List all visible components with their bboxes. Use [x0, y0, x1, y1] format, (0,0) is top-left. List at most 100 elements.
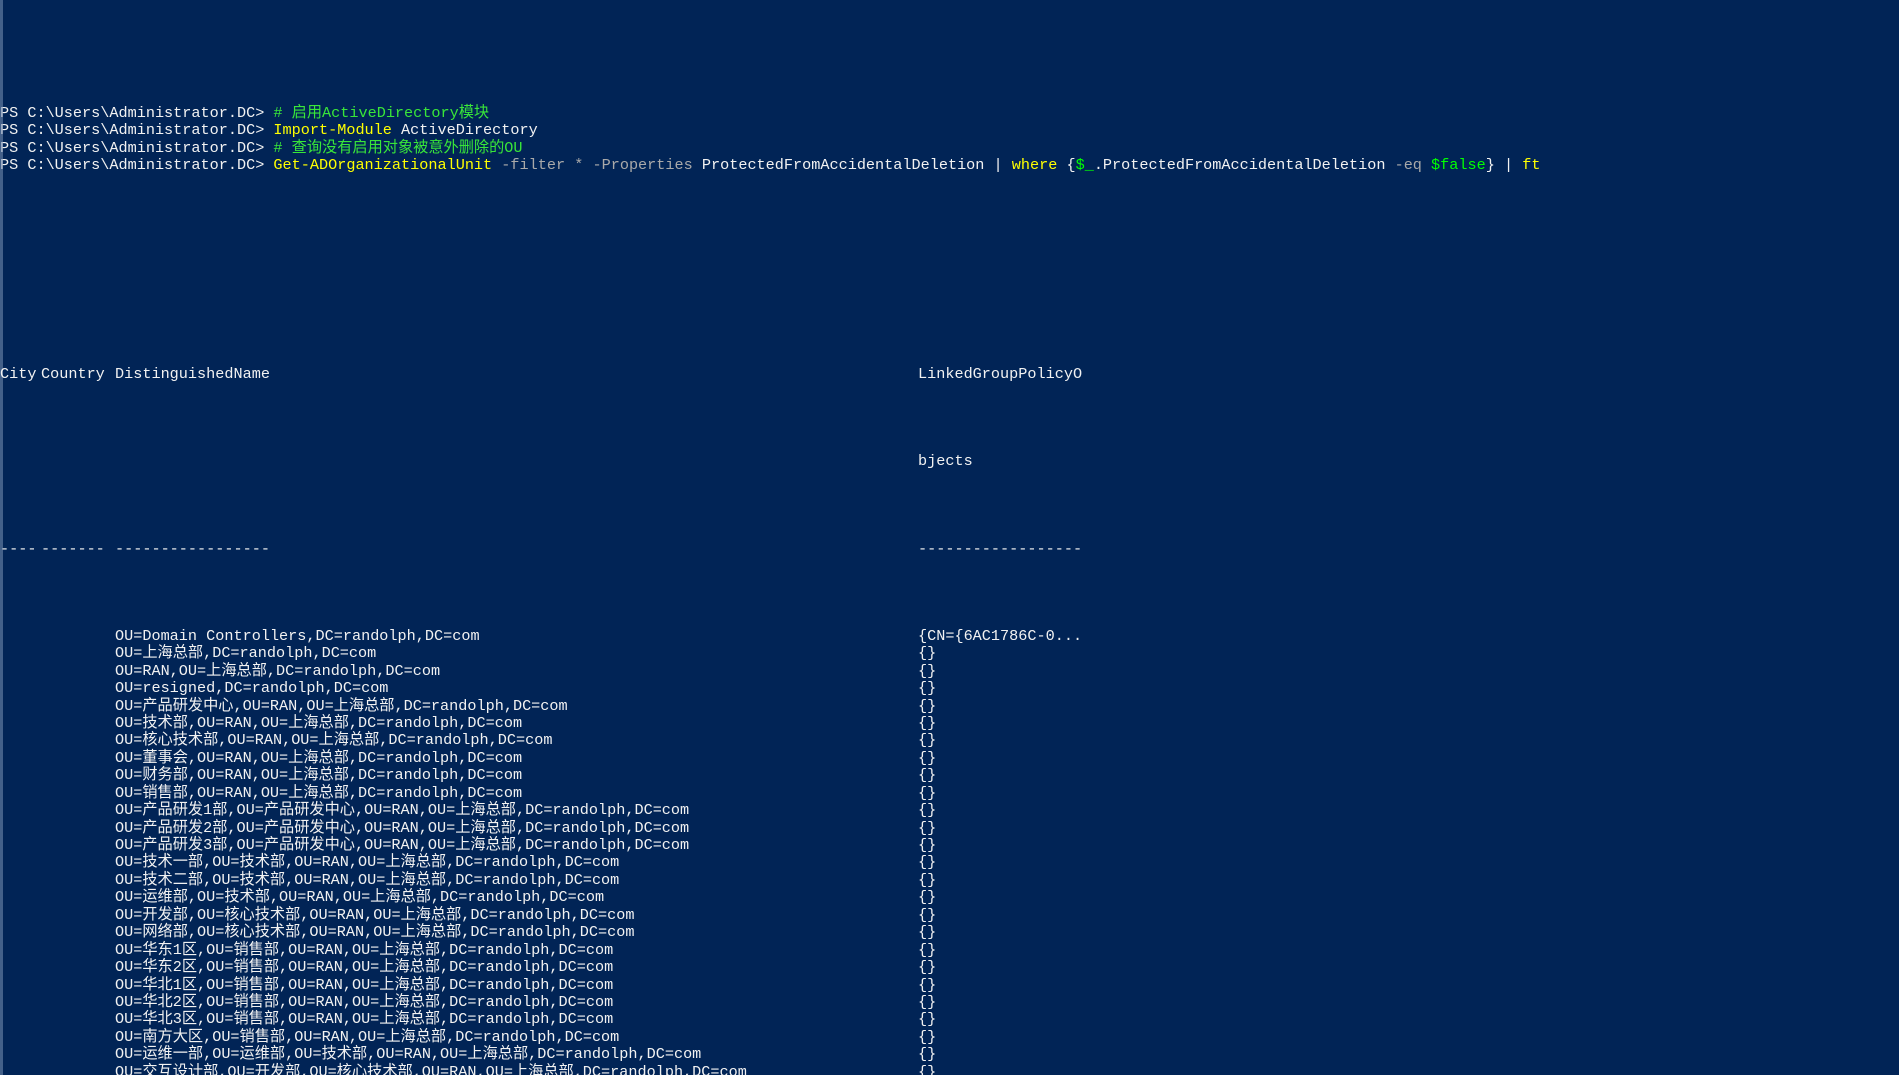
cell-linkedgrouppolicyobjects: {}	[918, 661, 937, 680]
token-param: -Properties	[592, 155, 693, 174]
token-pipe: |	[984, 155, 1012, 174]
table-row: OU=运维一部,OU=运维部,OU=技术部,OU=RAN,OU=上海总部,DC=…	[0, 1045, 1899, 1064]
cmdlet-token: Import-Module	[273, 121, 392, 140]
cell-distinguishedname: OU=RAN,OU=上海总部,DC=randolph,DC=com	[115, 661, 441, 680]
cell-distinguishedname: OU=产品研发2部,OU=产品研发中心,OU=RAN,OU=上海总部,DC=ra…	[115, 818, 690, 837]
separator-city: ----	[0, 539, 37, 558]
table-row: OU=南方大区,OU=销售部,OU=RAN,OU=上海总部,DC=randolp…	[0, 1027, 1899, 1046]
command-history-top: PS C:\Users\Administrator.DC> # 启用Active…	[0, 103, 1899, 175]
cell-linkedgrouppolicyobjects: {}	[918, 801, 937, 820]
cell-distinguishedname: OU=华北3区,OU=销售部,OU=RAN,OU=上海总部,DC=randolp…	[115, 1010, 614, 1029]
table-row: OU=Domain Controllers,DC=randolph,DC=com…	[0, 626, 1899, 645]
table-row: OU=华北3区,OU=销售部,OU=RAN,OU=上海总部,DC=randolp…	[0, 1010, 1899, 1029]
table-row: OU=华东1区,OU=销售部,OU=RAN,OU=上海总部,DC=randolp…	[0, 940, 1899, 959]
cell-linkedgrouppolicyobjects: {}	[918, 975, 937, 994]
cell-linkedgrouppolicyobjects: {}	[918, 888, 937, 907]
cell-distinguishedname: OU=产品研发3部,OU=产品研发中心,OU=RAN,OU=上海总部,DC=ra…	[115, 836, 690, 854]
cell-linkedgrouppolicyobjects: {}	[918, 870, 937, 889]
cell-distinguishedname: OU=运维一部,OU=运维部,OU=技术部,OU=RAN,OU=上海总部,DC=…	[115, 1045, 702, 1064]
column-header-city: City	[0, 365, 37, 384]
console-command-line[interactable]: PS C:\Users\Administrator.DC> Get-ADOrga…	[0, 155, 1899, 174]
cell-distinguishedname: OU=华北1区,OU=销售部,OU=RAN,OU=上海总部,DC=randolp…	[115, 975, 614, 994]
console-command-line[interactable]: PS C:\Users\Administrator.DC> Import-Mod…	[0, 121, 1899, 140]
cell-linkedgrouppolicyobjects: {}	[918, 905, 937, 924]
cell-linkedgrouppolicyobjects: {}	[918, 731, 937, 750]
cell-linkedgrouppolicyobjects: {}	[918, 853, 937, 872]
token-param: -filter	[501, 155, 566, 174]
cell-distinguishedname: OU=技术一部,OU=技术部,OU=RAN,OU=上海总部,DC=randolp…	[115, 853, 620, 872]
table-row: OU=华北1区,OU=销售部,OU=RAN,OU=上海总部,DC=randolp…	[0, 975, 1899, 994]
cell-distinguishedname: OU=华东1区,OU=销售部,OU=RAN,OU=上海总部,DC=randolp…	[115, 940, 614, 959]
cell-distinguishedname: OU=技术部,OU=RAN,OU=上海总部,DC=randolph,DC=com	[115, 713, 523, 732]
table-header-row-2: bjects	[0, 452, 1899, 471]
cell-distinguishedname: OU=运维部,OU=技术部,OU=RAN,OU=上海总部,DC=randolph…	[115, 888, 605, 907]
prompt-string: PS C:\Users\Administrator.DC>	[0, 155, 274, 174]
cell-linkedgrouppolicyobjects: {}	[918, 1010, 937, 1029]
console-command-line[interactable]: PS C:\Users\Administrator.DC> # 启用Active…	[0, 103, 1899, 122]
cell-linkedgrouppolicyobjects: {}	[918, 836, 937, 854]
cell-linkedgrouppolicyobjects: {CN={6AC1786C-0...	[918, 626, 1083, 645]
console-command-line[interactable]: PS C:\Users\Administrator.DC> # 查询没有启用对象…	[0, 138, 1899, 157]
inline-comment: # 启用ActiveDirectory模块	[273, 103, 490, 122]
cell-distinguishedname: OU=南方大区,OU=销售部,OU=RAN,OU=上海总部,DC=randolp…	[115, 1027, 620, 1046]
powershell-console[interactable]: PS C:\Users\Administrator.DC> # 启用Active…	[0, 0, 1899, 1075]
inline-comment: # 查询没有启用对象被意外删除的OU	[273, 138, 523, 157]
table-row: OU=技术二部,OU=技术部,OU=RAN,OU=上海总部,DC=randolp…	[0, 870, 1899, 889]
cell-distinguishedname: OU=resigned,DC=randolph,DC=com	[115, 679, 389, 698]
cell-distinguishedname: OU=产品研发1部,OU=产品研发中心,OU=RAN,OU=上海总部,DC=ra…	[115, 801, 690, 820]
token-param: -eq	[1394, 155, 1422, 174]
cell-linkedgrouppolicyobjects: {}	[918, 958, 937, 977]
token-param: *	[574, 155, 584, 174]
table-body: OU=Domain Controllers,DC=randolph,DC=com…	[0, 626, 1899, 1075]
cell-linkedgrouppolicyobjects: {}	[918, 1045, 937, 1064]
cell-distinguishedname: OU=财务部,OU=RAN,OU=上海总部,DC=randolph,DC=com	[115, 766, 523, 785]
cell-linkedgrouppolicyobjects: {}	[918, 940, 937, 959]
cell-distinguishedname: OU=华东2区,OU=销售部,OU=RAN,OU=上海总部,DC=randolp…	[115, 958, 614, 977]
cell-distinguishedname: OU=开发部,OU=核心技术部,OU=RAN,OU=上海总部,DC=randol…	[115, 905, 635, 924]
cell-linkedgrouppolicyobjects: {}	[918, 1027, 937, 1046]
column-header-country: Country	[41, 365, 105, 384]
cell-distinguishedname: OU=技术二部,OU=技术部,OU=RAN,OU=上海总部,DC=randolp…	[115, 870, 620, 889]
cell-distinguishedname: OU=上海总部,DC=randolph,DC=com	[115, 644, 377, 663]
cell-linkedgrouppolicyobjects: {}	[918, 992, 937, 1011]
token-plain: ProtectedFromAccidentalDeletion	[701, 155, 985, 174]
prompt-string: PS C:\Users\Administrator.DC>	[0, 138, 274, 157]
table-row: OU=RAN,OU=上海总部,DC=randolph,DC=com {}	[0, 661, 1899, 680]
cell-distinguishedname: OU=Domain Controllers,DC=randolph,DC=com	[115, 626, 480, 645]
table-row: OU=resigned,DC=randolph,DC=com {}	[0, 679, 1899, 698]
token-cmdlet: where	[1011, 155, 1058, 174]
cmdlet-argument: ActiveDirectory	[391, 121, 538, 140]
table-row: OU=开发部,OU=核心技术部,OU=RAN,OU=上海总部,DC=randol…	[0, 905, 1899, 924]
token-cmdlet: Get-ADOrganizationalUnit	[273, 155, 493, 174]
cell-linkedgrouppolicyobjects: {}	[918, 923, 937, 942]
table-row: OU=产品研发2部,OU=产品研发中心,OU=RAN,OU=上海总部,DC=ra…	[0, 818, 1899, 837]
cell-linkedgrouppolicyobjects: {}	[918, 696, 937, 715]
token-var: $false	[1431, 155, 1486, 174]
prompt-string: PS C:\Users\Administrator.DC>	[0, 121, 274, 140]
table-row: OU=技术部,OU=RAN,OU=上海总部,DC=randolph,DC=com…	[0, 713, 1899, 732]
separator-linkedgpo: ------------------	[918, 539, 1083, 558]
column-header-distinguishedname: DistinguishedName	[115, 365, 270, 384]
cell-linkedgrouppolicyobjects: {}	[918, 748, 937, 767]
table-row: OU=网络部,OU=核心技术部,OU=RAN,OU=上海总部,DC=randol…	[0, 923, 1899, 942]
cell-distinguishedname: OU=交互设计部,OU=开发部,OU=核心技术部,OU=RAN,OU=上海总部,…	[115, 1062, 747, 1075]
token-plain: } |	[1485, 155, 1523, 174]
cell-linkedgrouppolicyobjects: {}	[918, 713, 937, 732]
token-plain: {	[1057, 155, 1076, 174]
table-row: OU=华东2区,OU=销售部,OU=RAN,OU=上海总部,DC=randolp…	[0, 958, 1899, 977]
table-row: OU=董事会,OU=RAN,OU=上海总部,DC=randolph,DC=com…	[0, 748, 1899, 767]
table-row: OU=财务部,OU=RAN,OU=上海总部,DC=randolph,DC=com…	[0, 766, 1899, 785]
table-row: OU=产品研发1部,OU=产品研发中心,OU=RAN,OU=上海总部,DC=ra…	[0, 801, 1899, 820]
format-table-output: City Country DistinguishedName LinkedGro…	[0, 244, 1899, 1075]
table-row: OU=技术一部,OU=技术部,OU=RAN,OU=上海总部,DC=randolp…	[0, 853, 1899, 872]
cell-linkedgrouppolicyobjects: {}	[918, 766, 937, 785]
cell-distinguishedname: OU=产品研发中心,OU=RAN,OU=上海总部,DC=randolph,DC=…	[115, 696, 568, 715]
column-header-linkedgpo-line2: bjects	[918, 452, 973, 471]
cell-distinguishedname: OU=华北2区,OU=销售部,OU=RAN,OU=上海总部,DC=randolp…	[115, 992, 614, 1011]
prompt-string: PS C:\Users\Administrator.DC>	[0, 103, 274, 122]
cell-distinguishedname: OU=销售部,OU=RAN,OU=上海总部,DC=randolph,DC=com	[115, 783, 523, 802]
